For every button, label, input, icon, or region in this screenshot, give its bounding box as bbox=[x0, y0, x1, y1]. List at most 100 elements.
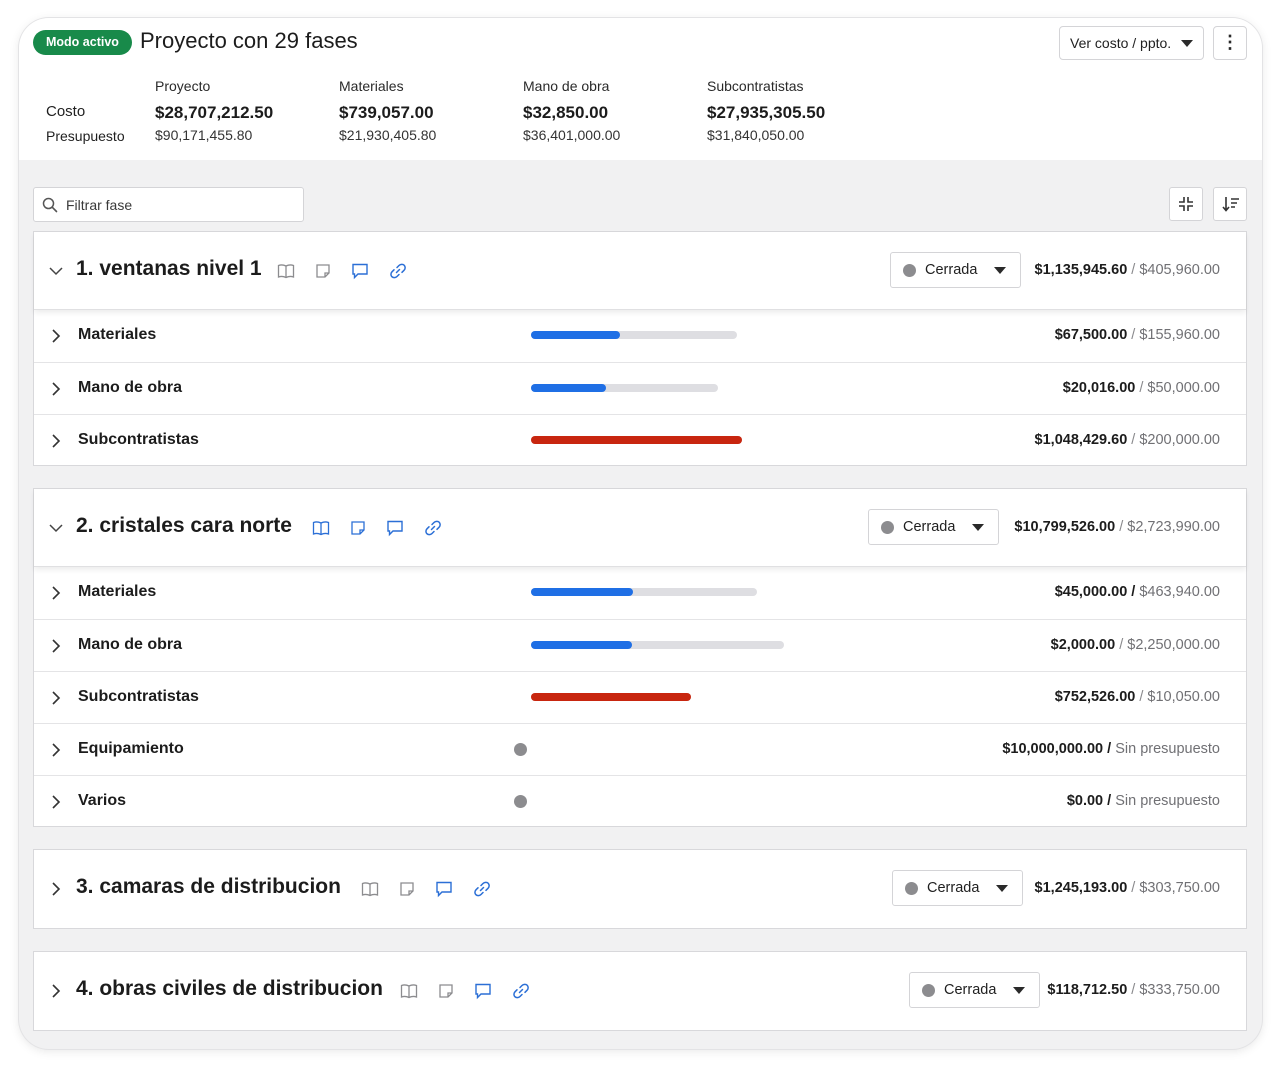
note-icon[interactable] bbox=[437, 982, 455, 1000]
caret-down-icon bbox=[994, 267, 1006, 274]
book-icon[interactable] bbox=[277, 262, 295, 280]
phase-filter[interactable] bbox=[33, 187, 304, 222]
chevron-right-icon[interactable] bbox=[48, 983, 64, 999]
sort-button[interactable] bbox=[1213, 187, 1247, 221]
category-label: Varios bbox=[78, 792, 127, 809]
category-row[interactable]: Varios $0.00 / Sin presupuesto bbox=[34, 775, 1246, 827]
chevron-right-icon[interactable] bbox=[48, 638, 64, 654]
category-list: Materiales $45,000.00 / $463,940.00 Mano… bbox=[34, 567, 1246, 827]
category-budget: $10,050.00 bbox=[1147, 689, 1220, 705]
amount-separator: / bbox=[1127, 880, 1140, 896]
app-window: Modo activo Proyecto con 29 fases Ver co… bbox=[19, 18, 1262, 1049]
chevron-right-icon[interactable] bbox=[48, 881, 64, 897]
cost-row-label: Costo bbox=[46, 103, 86, 120]
category-label: Subcontratistas bbox=[78, 688, 199, 705]
chevron-right-icon[interactable] bbox=[48, 585, 64, 601]
amount-separator: / bbox=[1127, 327, 1140, 343]
chevron-down-icon[interactable] bbox=[48, 520, 64, 536]
collapse-all-button[interactable] bbox=[1169, 187, 1203, 221]
phase-card: 2. cristales cara norte Cerrada $10,799,… bbox=[33, 488, 1247, 827]
chevron-right-icon[interactable] bbox=[48, 381, 64, 397]
book-icon[interactable] bbox=[400, 982, 418, 1000]
progress-bar bbox=[531, 588, 757, 596]
amount-separator: / bbox=[1115, 519, 1128, 535]
status-label: Cerrada bbox=[944, 982, 997, 998]
progress-fill bbox=[531, 588, 633, 596]
note-icon[interactable] bbox=[398, 880, 416, 898]
summary-budget: $90,171,455.80 bbox=[155, 127, 253, 143]
summary-cost: $27,935,305.50 bbox=[707, 103, 826, 122]
budget-row-label: Presupuesto bbox=[46, 128, 125, 144]
status-select[interactable]: Cerrada bbox=[892, 870, 1023, 906]
link-icon[interactable] bbox=[512, 982, 530, 1000]
summary-budget: $31,840,050.00 bbox=[707, 127, 805, 143]
category-row[interactable]: Subcontratistas $1,048,429.60 / $200,000… bbox=[34, 414, 1246, 466]
more-options-button[interactable]: ⋮ bbox=[1213, 26, 1247, 60]
kebab-vertical-icon: ⋮ bbox=[1221, 32, 1239, 52]
category-row[interactable]: Materiales $45,000.00 / $463,940.00 bbox=[34, 567, 1246, 619]
phase-header[interactable]: 2. cristales cara norte Cerrada $10,799,… bbox=[34, 489, 1246, 567]
progress-fill bbox=[531, 693, 691, 701]
status-label: Cerrada bbox=[903, 519, 956, 535]
collapse-all-icon bbox=[1179, 197, 1193, 211]
summary-column-subcontractors: Subcontratistas $27,935,305.50 $31,840,0… bbox=[707, 78, 825, 143]
book-icon[interactable] bbox=[312, 519, 330, 537]
status-select[interactable]: Cerrada bbox=[909, 972, 1040, 1008]
link-icon[interactable] bbox=[424, 519, 442, 537]
link-icon[interactable] bbox=[389, 262, 407, 280]
category-row[interactable]: Mano de obra $20,016.00 / $50,000.00 bbox=[34, 362, 1246, 414]
phase-card: 1. ventanas nivel 1 Cerrada $1,135,945.6… bbox=[33, 231, 1247, 466]
progress-bar bbox=[531, 693, 691, 701]
chevron-right-icon[interactable] bbox=[48, 433, 64, 449]
caret-down-icon bbox=[996, 885, 1008, 892]
category-cost: $20,016.00 bbox=[1062, 380, 1136, 396]
category-row[interactable]: Subcontratistas $752,526.00 / $10,050.00 bbox=[34, 671, 1246, 723]
phase-title: 2. cristales cara norte bbox=[76, 514, 292, 537]
summary-budget: $36,401,000.00 bbox=[523, 127, 621, 143]
category-row[interactable]: Equipamiento $10,000,000.00 / Sin presup… bbox=[34, 723, 1246, 775]
phase-filter-input[interactable] bbox=[66, 188, 296, 221]
comment-icon[interactable] bbox=[435, 880, 453, 898]
note-icon[interactable] bbox=[349, 519, 367, 537]
category-budget: $155,960.00 bbox=[1139, 327, 1220, 343]
phase-title: 1. ventanas nivel 1 bbox=[76, 257, 262, 280]
comment-icon[interactable] bbox=[474, 982, 492, 1000]
category-amount: $2,000.00 / $2,250,000.00 bbox=[1051, 637, 1220, 653]
phase-budget: $405,960.00 bbox=[1139, 262, 1220, 278]
category-row[interactable]: Materiales $67,500.00 / $155,960.00 bbox=[34, 310, 1246, 362]
phase-cost: $1,245,193.00 bbox=[1034, 880, 1128, 896]
comment-icon[interactable] bbox=[386, 519, 404, 537]
status-label: Cerrada bbox=[927, 880, 980, 896]
phase-budget: $303,750.00 bbox=[1139, 880, 1220, 896]
book-icon[interactable] bbox=[361, 880, 379, 898]
category-amount: $752,526.00 / $10,050.00 bbox=[1055, 689, 1220, 705]
view-mode-select[interactable]: Ver costo / ppto. bbox=[1059, 26, 1204, 60]
status-dot-icon bbox=[922, 984, 935, 997]
category-label: Equipamiento bbox=[78, 740, 184, 757]
status-select[interactable]: Cerrada bbox=[890, 252, 1021, 288]
category-budget: Sin presupuesto bbox=[1115, 741, 1220, 757]
phase-cost: $10,799,526.00 bbox=[1014, 519, 1116, 535]
category-amount: $1,048,429.60 / $200,000.00 bbox=[1035, 432, 1220, 448]
category-row[interactable]: Mano de obra $2,000.00 / $2,250,000.00 bbox=[34, 619, 1246, 671]
category-label: Subcontratistas bbox=[78, 431, 199, 448]
phase-header[interactable]: 4. obras civiles de distribucion Cerrada… bbox=[34, 952, 1246, 1030]
summary-heading: Subcontratistas bbox=[707, 78, 804, 94]
phase-header[interactable]: 1. ventanas nivel 1 Cerrada $1,135,945.6… bbox=[34, 232, 1246, 310]
phase-header[interactable]: 3. camaras de distribucion Cerrada $1,24… bbox=[34, 850, 1246, 928]
status-label: Cerrada bbox=[925, 262, 978, 278]
status-select[interactable]: Cerrada bbox=[868, 509, 999, 545]
chevron-right-icon[interactable] bbox=[48, 794, 64, 810]
view-mode-select-label: Ver costo / ppto. bbox=[1070, 35, 1172, 51]
summary-cost: $28,707,212.50 bbox=[155, 103, 274, 122]
mode-badge[interactable]: Modo activo bbox=[33, 30, 132, 55]
sort-icon bbox=[1222, 197, 1239, 212]
chevron-right-icon[interactable] bbox=[48, 690, 64, 706]
chevron-right-icon[interactable] bbox=[48, 328, 64, 344]
category-label: Mano de obra bbox=[78, 379, 183, 396]
comment-icon[interactable] bbox=[351, 262, 369, 280]
chevron-down-icon[interactable] bbox=[48, 263, 64, 279]
link-icon[interactable] bbox=[473, 880, 491, 898]
chevron-right-icon[interactable] bbox=[48, 742, 64, 758]
note-icon[interactable] bbox=[314, 262, 332, 280]
